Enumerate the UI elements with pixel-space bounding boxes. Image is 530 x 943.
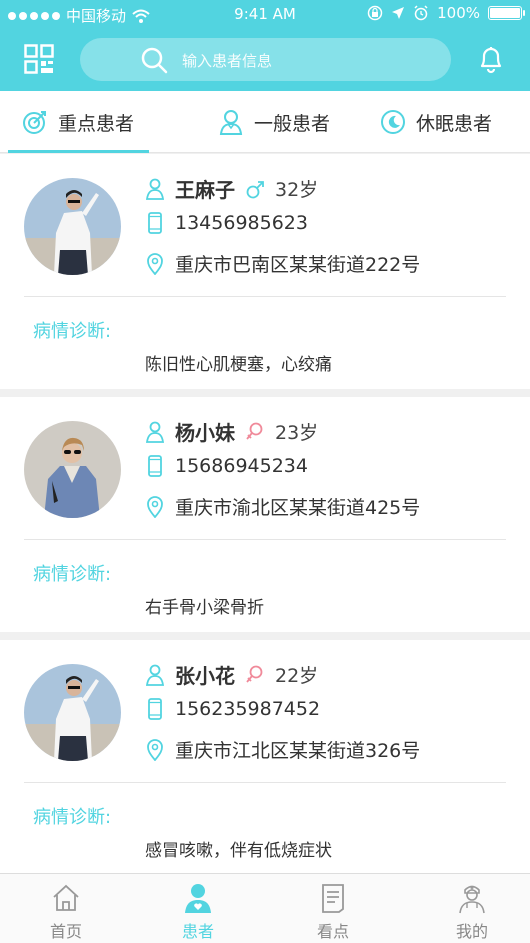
- person-icon: [145, 178, 165, 200]
- tab-dormant-patients[interactable]: 休眠患者: [380, 91, 492, 153]
- target-icon: [23, 111, 46, 134]
- location-pin-icon: [147, 738, 163, 761]
- avatar: [24, 178, 121, 275]
- active-tab-indicator: [8, 150, 149, 153]
- divider: [24, 782, 506, 783]
- diagnosis-text: 右手骨小梁骨折: [145, 598, 264, 618]
- qr-scan-icon[interactable]: [24, 44, 54, 74]
- location-pin-icon: [147, 252, 163, 275]
- diagnosis-text: 陈旧性心肌梗塞，心绞痛: [145, 355, 332, 375]
- bell-icon[interactable]: [476, 44, 506, 74]
- phone-icon: [148, 212, 162, 234]
- diagnosis-label: 病情诊断:: [33, 564, 112, 585]
- patient-phone[interactable]: 15686945234: [175, 455, 308, 477]
- patient-icon: [185, 884, 211, 913]
- patient-phone[interactable]: 156235987452: [175, 698, 320, 720]
- nav-highlights[interactable]: 看点: [267, 874, 399, 943]
- divider: [24, 296, 506, 297]
- status-right: 100%: [367, 4, 525, 22]
- female-icon: [246, 665, 263, 683]
- patient-card[interactable]: 杨小妹 23岁 15686945234 重庆市渝北区某某街道425号 病情诊断:…: [0, 397, 530, 632]
- status-bar: 中国移动 9:41 AM 100%: [0, 0, 530, 30]
- patient-name: 王麻子: [175, 178, 235, 202]
- person-icon: [145, 421, 165, 443]
- header: 中国移动 9:41 AM 100% 输入患者信息: [0, 0, 530, 91]
- patient-name: 张小花: [175, 664, 235, 688]
- lock-rotation-icon: [367, 5, 383, 21]
- patient-tabs: 重点患者 一般患者 休眠患者: [0, 91, 530, 153]
- patient-name: 杨小妹: [175, 421, 235, 445]
- phone-icon: [148, 698, 162, 720]
- patient-name-row: 张小花 22岁: [145, 660, 318, 689]
- location-pin-icon: [147, 495, 163, 518]
- person-icon: [219, 110, 243, 135]
- patient-address: 重庆市巴南区某某街道222号: [175, 254, 421, 276]
- doctor-icon: [459, 885, 485, 914]
- phone-icon: [148, 455, 162, 477]
- tab-label: 休眠患者: [416, 112, 493, 135]
- nav-label: 看点: [316, 922, 349, 941]
- patient-age: 23岁: [275, 422, 319, 444]
- alarm-icon: [414, 5, 428, 21]
- patient-age: 22岁: [275, 665, 319, 687]
- location-arrow-icon: [392, 7, 405, 19]
- patient-phone-row: 156235987452: [145, 698, 320, 720]
- tab-label: 一般患者: [254, 112, 331, 135]
- tab-general-patients[interactable]: 一般患者: [218, 91, 330, 153]
- diagnosis-text: 感冒咳嗽，伴有低烧症状: [145, 841, 332, 861]
- patient-address: 重庆市渝北区某某街道425号: [175, 497, 421, 519]
- patient-address-row: 重庆市巴南区某某街道222号: [145, 250, 420, 277]
- home-icon: [53, 884, 79, 911]
- avatar: [24, 421, 121, 518]
- nav-patients[interactable]: 患者: [132, 874, 264, 943]
- nav-home[interactable]: 首页: [0, 874, 132, 943]
- tab-label: 重点患者: [58, 112, 135, 135]
- patient-card[interactable]: 王麻子 32岁 13456985623 重庆市巴南区某某街道222号 病情诊断:…: [0, 154, 530, 389]
- female-icon: [246, 422, 263, 440]
- moon-icon: [381, 110, 405, 134]
- patient-phone-row: 13456985623: [145, 212, 308, 234]
- patient-phone-row: 15686945234: [145, 455, 308, 477]
- battery-percent: 100%: [437, 4, 480, 22]
- nav-label: 首页: [49, 922, 82, 941]
- nav-label: 我的: [455, 922, 488, 941]
- battery-icon: [488, 6, 525, 20]
- patient-name-row: 杨小妹 23岁: [145, 417, 318, 446]
- nav-mine[interactable]: 我的: [406, 874, 530, 943]
- patient-address: 重庆市江北区某某街道326号: [175, 740, 421, 762]
- avatar: [24, 664, 121, 761]
- patient-address-row: 重庆市江北区某某街道326号: [145, 736, 420, 763]
- diagnosis-label: 病情诊断:: [33, 807, 112, 828]
- person-icon: [145, 664, 165, 686]
- patient-name-row: 王麻子 32岁: [145, 174, 318, 203]
- patient-card[interactable]: 张小花 22岁 156235987452 重庆市江北区某某街道326号 病情诊断…: [0, 640, 530, 875]
- male-icon: [246, 180, 264, 198]
- bottom-nav: 首页 患者 看点 我的: [0, 873, 530, 943]
- nav-label: 患者: [181, 922, 214, 941]
- diagnosis-label: 病情诊断:: [33, 321, 112, 342]
- patient-age: 32岁: [275, 179, 319, 201]
- divider: [24, 539, 506, 540]
- patient-address-row: 重庆市渝北区某某街道425号: [145, 493, 420, 520]
- tab-key-patients[interactable]: 重点患者: [22, 91, 134, 153]
- search-bar[interactable]: 输入患者信息: [80, 38, 451, 81]
- document-icon: [322, 884, 344, 913]
- search-input[interactable]: 输入患者信息: [182, 50, 272, 71]
- patient-phone[interactable]: 13456985623: [175, 212, 308, 234]
- search-icon: [141, 47, 168, 74]
